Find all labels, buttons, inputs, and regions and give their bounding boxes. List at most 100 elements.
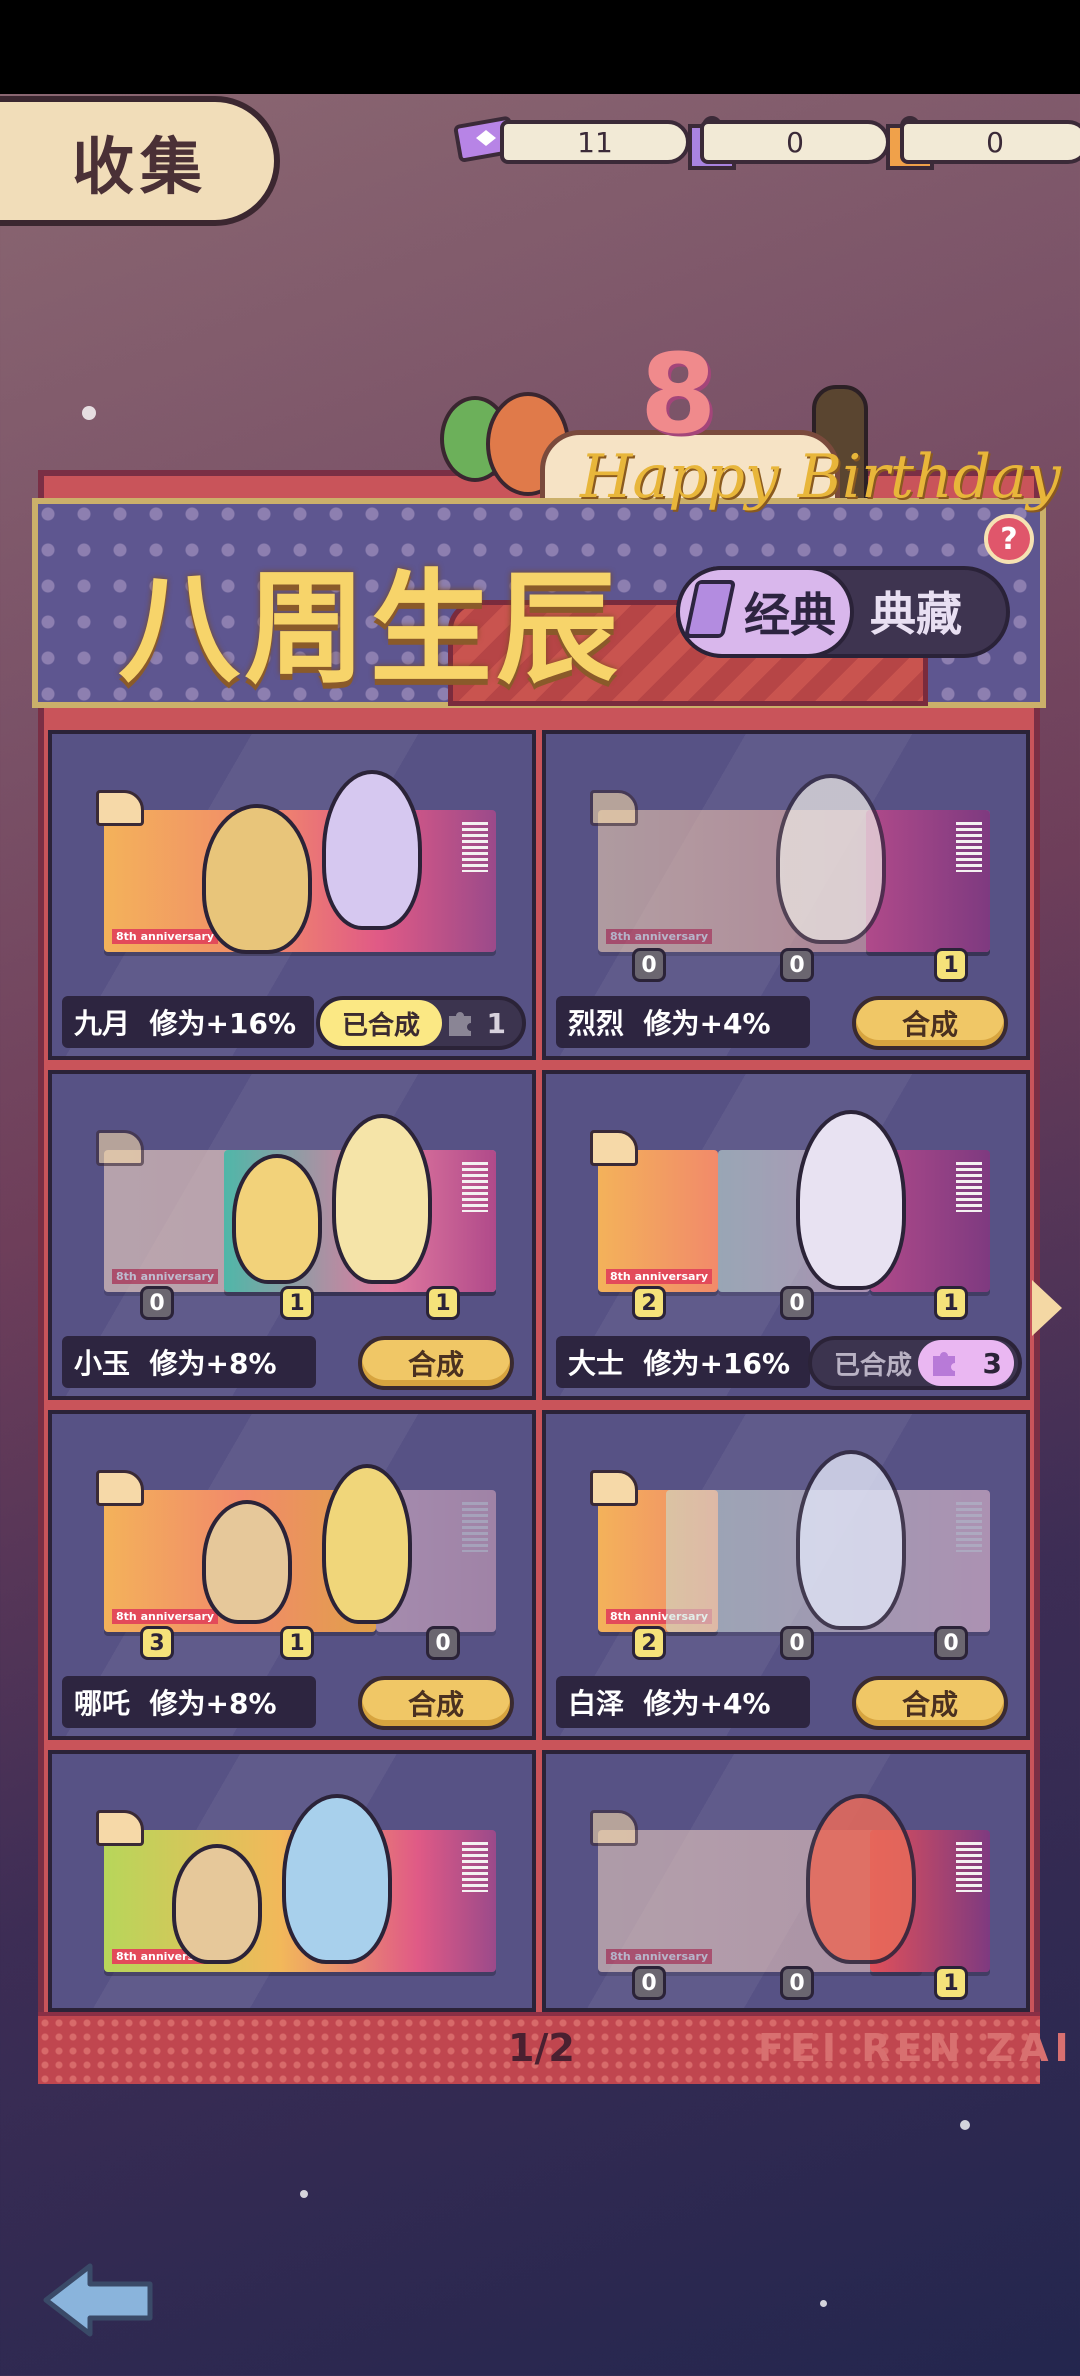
piece-count-3: 1 (934, 1286, 968, 1320)
merge-button[interactable]: 合成 (358, 1336, 514, 1390)
card-bonus: 修为+8% (149, 1347, 277, 1380)
card-name: 小玉 修为+8% (62, 1336, 316, 1388)
piece-count-2: 0 (780, 1286, 814, 1320)
barcode (956, 1842, 982, 1892)
barcode (462, 1842, 488, 1892)
card-lielie[interactable]: 8th anniversary 0 0 1 烈烈 修为+4% 合成 (542, 730, 1030, 1060)
cake-slice-icon (96, 1130, 144, 1166)
character-portrait (172, 1844, 262, 1964)
ticket-caption: 8th anniversary (112, 1269, 219, 1284)
card-name: 九月 修为+16% (62, 996, 314, 1048)
card-8[interactable]: 8th anniversary 0 0 1 (542, 1750, 1030, 2012)
cake-slice-icon (590, 1810, 638, 1846)
puzzle-piece-icon (933, 1352, 955, 1376)
card-name-text: 烈烈 (568, 1007, 625, 1040)
ticket-caption: 8th anniversary (112, 1609, 219, 1624)
card-nezha[interactable]: 8th anniversary 3 1 0 哪吒 修为+8% 合成 (48, 1410, 536, 1740)
tab-collector[interactable]: 典藏 (870, 578, 962, 644)
star-decoration (820, 2300, 827, 2307)
piece-count-3: 0 (934, 1626, 968, 1660)
orange-puzzle-count: 0 (986, 125, 1004, 159)
ticket-counter: 11 (500, 120, 690, 164)
tab-classic-label: 经典 (744, 588, 836, 642)
cake-slice-icon (96, 1470, 144, 1506)
purple-puzzle-count: 0 (786, 125, 804, 159)
event-title: 八周生辰 (118, 558, 622, 700)
piece-count-1: 2 (632, 1626, 666, 1660)
ticket-caption: 8th anniversary (606, 1269, 713, 1284)
card-bonus: 修为+8% (149, 1687, 277, 1720)
merge-button[interactable]: 合成 (852, 1676, 1008, 1730)
card-name-text: 大士 (568, 1347, 625, 1380)
character-portrait (796, 1450, 906, 1630)
star-decoration (300, 2190, 308, 2198)
character-portrait (282, 1794, 392, 1964)
character-portrait (332, 1114, 432, 1284)
merge-button[interactable]: 合成 (852, 996, 1008, 1050)
status-bar (0, 0, 1080, 94)
piece-count-3: 0 (426, 1626, 460, 1660)
ticket-caption: 8th anniversary (112, 929, 219, 944)
piece-count-1: 3 (140, 1626, 174, 1660)
character-portrait (322, 1464, 412, 1624)
character-portrait (796, 1110, 906, 1290)
merge-button[interactable]: 合成 (358, 1676, 514, 1730)
merged-label: 已合成 (320, 1000, 442, 1046)
card-name: 大士 修为+16% (556, 1336, 810, 1388)
next-page-arrow-icon[interactable] (1032, 1280, 1062, 1336)
piece-count-3: 1 (934, 1966, 968, 2000)
barcode (956, 1162, 982, 1212)
cake-slice-icon (590, 1130, 638, 1166)
ticket-count: 11 (577, 125, 613, 159)
barcode (462, 1502, 488, 1552)
card-name-text: 哪吒 (74, 1687, 131, 1720)
merged-count: 3 (982, 1346, 1002, 1380)
card-bonus: 修为+16% (149, 1007, 296, 1040)
cake-slice-icon (96, 790, 144, 826)
purple-puzzle-counter: 0 (700, 120, 890, 164)
card-name: 哪吒 修为+8% (62, 1676, 316, 1728)
card-name: 白泽 修为+4% (556, 1676, 810, 1728)
barcode (956, 1502, 982, 1552)
character-portrait (776, 774, 886, 944)
piece-count-2: 0 (780, 1966, 814, 2000)
ticket-caption: 8th anniversary (606, 1949, 713, 1964)
page-indicator: 1/2 (508, 2026, 575, 2070)
character-portrait (202, 804, 312, 954)
piece-count-1: 0 (632, 1966, 666, 2000)
card-name: 烈烈 修为+4% (556, 996, 810, 1048)
card-baize[interactable]: 8th anniversary 2 0 0 白泽 修为+4% 合成 (542, 1410, 1030, 1740)
card-bonus: 修为+16% (643, 1347, 790, 1380)
merged-status: 已合成 1 (316, 996, 526, 1050)
card-dashi[interactable]: 8th anniversary 2 0 1 大士 修为+16% 已合成 3 (542, 1070, 1030, 1400)
card-name-text: 小玉 (74, 1347, 131, 1380)
card-xiaoyu[interactable]: 8th anniversary 0 1 1 小玉 修为+8% 合成 (48, 1070, 536, 1400)
page-title: 收集 (71, 130, 208, 203)
cake-text: Happy Birthday (580, 442, 1061, 512)
help-button[interactable]: ? (984, 514, 1034, 564)
help-label: ? (1000, 521, 1018, 557)
piece-count-3: 1 (426, 1286, 460, 1320)
piece-count-1: 0 (632, 948, 666, 982)
card-7[interactable]: 8th anniversary (48, 1750, 536, 2012)
cake-slice-icon (96, 1810, 144, 1846)
barcode (956, 822, 982, 872)
character-portrait (322, 770, 422, 930)
piece-count-1: 2 (632, 1286, 666, 1320)
cake-slice-icon (590, 1470, 638, 1506)
piece-count-2: 0 (780, 948, 814, 982)
ticket-caption: 8th anniversary (606, 929, 713, 944)
card-name-text: 九月 (74, 1007, 131, 1040)
star-decoration (82, 406, 96, 420)
merged-count: 1 (486, 1006, 506, 1040)
tab-collector-label: 典藏 (870, 587, 962, 641)
character-portrait (202, 1500, 292, 1624)
back-arrow-icon[interactable] (40, 2260, 160, 2340)
merged-status: 已合成 3 (808, 1336, 1022, 1390)
character-portrait (232, 1154, 322, 1284)
merged-count-pill: 3 (918, 1340, 1014, 1386)
card-jiuyue[interactable]: 8th anniversary 九月 修为+16% 已合成 1 (48, 730, 536, 1060)
brand-watermark: FEI REN ZAI (758, 2026, 1075, 2070)
cake-number: 8 (640, 330, 717, 458)
merged-label: 已合成 (833, 1350, 912, 1381)
